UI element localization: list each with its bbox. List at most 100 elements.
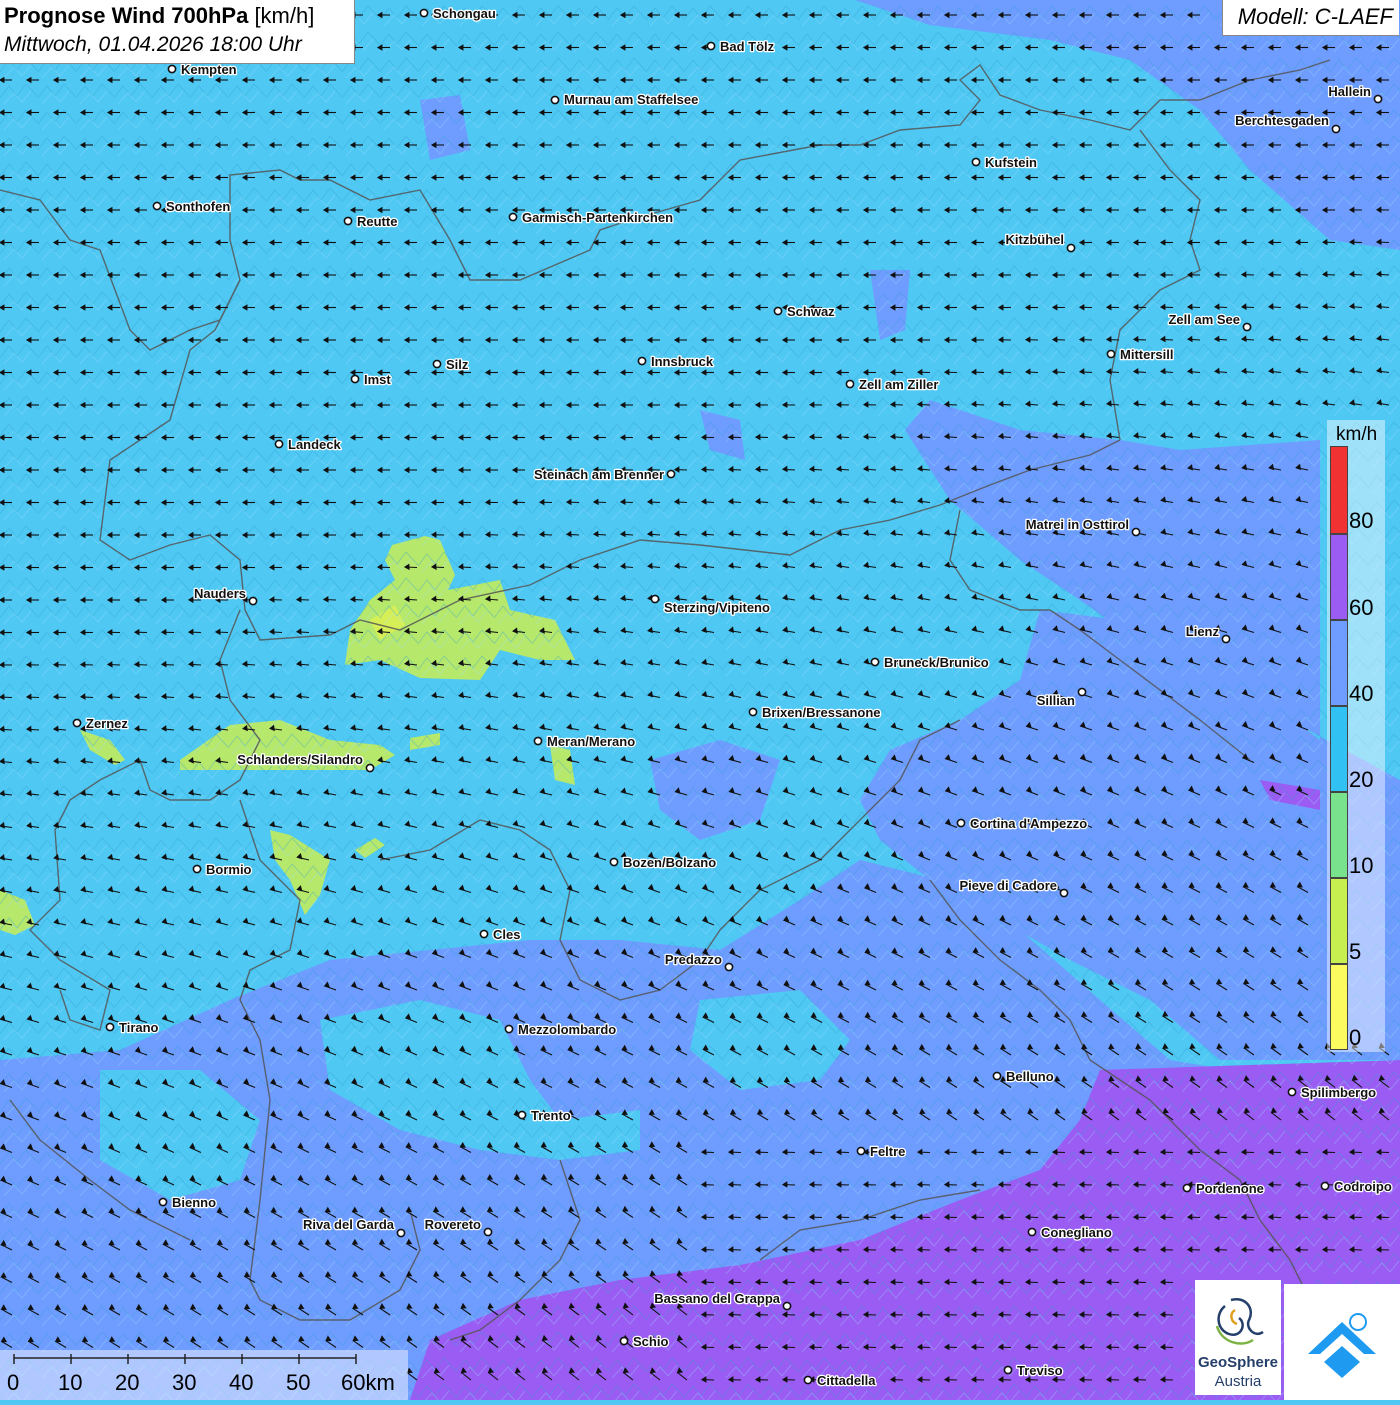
city-label-innsbruck: Innsbruck	[651, 354, 714, 369]
legend-swatch-40-60	[1330, 620, 1348, 706]
legend-label-0: 0	[1349, 1025, 1361, 1051]
city-label-kufstein: Kufstein	[985, 155, 1037, 170]
city-label-sterzing-vipiteno: Sterzing/Vipiteno	[664, 600, 770, 615]
city-dot-cles	[480, 930, 487, 937]
city-dot-mittersill	[1107, 350, 1114, 357]
city-label-conegliano: Conegliano	[1041, 1225, 1112, 1240]
legend-swatch-60-80	[1330, 534, 1348, 620]
city-dot-belluno	[993, 1072, 1000, 1079]
city-dot-reutte	[344, 217, 351, 224]
legend-swatch-0-5	[1330, 964, 1348, 1050]
city-dot-bruneck-brunico	[871, 658, 878, 665]
scale-label-0: 0	[7, 1370, 19, 1396]
city-label-brixen-bressanone: Brixen/Bressanone	[762, 705, 881, 720]
city-label-feltre: Feltre	[870, 1144, 905, 1159]
city-dot-feltre	[857, 1147, 864, 1154]
city-label-zernez: Zernez	[86, 716, 128, 731]
city-dot-matrei-in-osttirol	[1132, 528, 1139, 535]
city-dot-cittadella	[804, 1376, 811, 1383]
city-label-predazzo: Predazzo	[665, 952, 722, 967]
city-dot-hallein	[1374, 95, 1381, 102]
map-title-main: Prognose Wind 700hPa	[4, 3, 248, 28]
city-dot-schwaz	[774, 307, 781, 314]
city-dot-landeck	[275, 440, 282, 447]
city-dot-bassano-del-grappa	[783, 1302, 790, 1309]
city-label-mezzolombardo: Mezzolombardo	[518, 1022, 616, 1037]
legend-label-5: 5	[1349, 939, 1361, 965]
city-dot-murnau-am-staffelsee	[551, 96, 558, 103]
city-dot-schongau	[420, 9, 427, 16]
city-dot-conegliano	[1028, 1228, 1035, 1235]
map-title-unit: [km/h]	[254, 3, 314, 28]
scale-label-10: 10	[58, 1370, 82, 1396]
city-label-codroipo: Codroipo	[1334, 1179, 1392, 1194]
city-label-cittadella: Cittadella	[817, 1373, 876, 1388]
city-label-reutte: Reutte	[357, 214, 397, 229]
city-dot-zell-am-see	[1243, 323, 1250, 330]
city-label-bormio: Bormio	[206, 862, 252, 877]
legend-label-10: 10	[1349, 853, 1373, 879]
forecast-datetime: Mittwoch, 01.04.2026 18:00 Uhr	[4, 33, 302, 57]
city-dot-sillian	[1078, 688, 1085, 695]
city-label-treviso: Treviso	[1017, 1363, 1063, 1378]
city-dot-mezzolombardo	[505, 1025, 512, 1032]
city-dot-schio	[620, 1337, 627, 1344]
legend-unit: km/h	[1336, 424, 1377, 446]
legend-swatch-80-plus	[1330, 446, 1348, 534]
city-label-hallein: Hallein	[1328, 84, 1371, 99]
city-label-bruneck-brunico: Bruneck/Brunico	[884, 655, 989, 670]
city-label-schongau: Schongau	[433, 6, 496, 21]
city-label-bassano-del-grappa: Bassano del Grappa	[654, 1291, 780, 1306]
city-label-matrei-in-osttirol: Matrei in Osttirol	[1026, 517, 1129, 532]
city-dot-rovereto	[484, 1228, 491, 1235]
city-dot-innsbruck	[638, 357, 645, 364]
city-label-garmisch-partenkirchen: Garmisch-Partenkirchen	[522, 210, 673, 225]
city-dot-silz	[433, 360, 440, 367]
city-dot-kitzb-hel	[1067, 244, 1074, 251]
city-label-riva-del-garda: Riva del Garda	[303, 1217, 395, 1232]
city-label-zell-am-ziller: Zell am Ziller	[859, 377, 938, 392]
title-box: Prognose Wind 700hPa [km/h] Mittwoch, 01…	[0, 0, 355, 64]
city-label-nauders: Nauders	[194, 586, 246, 601]
city-dot-steinach-am-brenner	[667, 470, 674, 477]
city-label-trento: Trento	[531, 1108, 571, 1123]
city-label-schio: Schio	[633, 1334, 668, 1349]
city-label-sillian: Sillian	[1037, 693, 1075, 708]
city-dot-meran-merano	[534, 737, 541, 744]
city-dot-schlanders-silandro	[366, 764, 373, 771]
city-dot-nauders	[249, 597, 256, 604]
city-dot-bormio	[193, 865, 200, 872]
model-box: Modell: C-LAEF	[1222, 0, 1399, 36]
city-dot-kempten	[168, 65, 175, 72]
city-label-murnau-am-staffelsee: Murnau am Staffelsee	[564, 92, 698, 107]
city-dot-treviso	[1004, 1366, 1011, 1373]
city-label-schlanders-silandro: Schlanders/Silandro	[237, 752, 363, 767]
legend-label-60: 60	[1349, 595, 1373, 621]
map-title: Prognose Wind 700hPa [km/h]	[4, 3, 314, 29]
city-label-zell-am-see: Zell am See	[1168, 312, 1240, 327]
city-dot-berchtesgaden	[1332, 125, 1339, 132]
city-label-lienz: Lienz	[1186, 624, 1220, 639]
city-dot-pordenone	[1183, 1184, 1190, 1191]
wind-map: SchongauBad TölzKemptenMurnau am Staffel…	[0, 0, 1400, 1400]
city-label-kitzb-hel: Kitzbühel	[1006, 232, 1065, 247]
city-dot-cortina-d-ampezzo	[957, 819, 964, 826]
scale-label-50: 50	[286, 1370, 310, 1396]
city-label-steinach-am-brenner: Steinach am Brenner	[534, 467, 664, 482]
city-label-tirano: Tirano	[119, 1020, 159, 1035]
city-label-bienno: Bienno	[172, 1195, 216, 1210]
city-dot-zernez	[73, 719, 80, 726]
city-dot-trento	[518, 1111, 525, 1118]
city-dot-bad-t-lz	[707, 42, 714, 49]
city-dot-garmisch-partenkirchen	[509, 213, 516, 220]
city-dot-bienno	[159, 1198, 166, 1205]
city-dot-codroipo	[1321, 1182, 1328, 1189]
city-label-meran-merano: Meran/Merano	[547, 734, 635, 749]
geosphere-logo-line2: Austria	[1195, 1373, 1281, 1390]
city-dot-sterzing-vipiteno	[651, 595, 658, 602]
weather-app-logo[interactable]	[1284, 1284, 1400, 1400]
city-label-bad-t-lz: Bad Tölz	[720, 39, 775, 54]
city-label-cles: Cles	[493, 927, 520, 942]
city-label-spilimbergo: Spilimbergo	[1301, 1085, 1376, 1100]
city-dot-spilimbergo	[1288, 1088, 1295, 1095]
